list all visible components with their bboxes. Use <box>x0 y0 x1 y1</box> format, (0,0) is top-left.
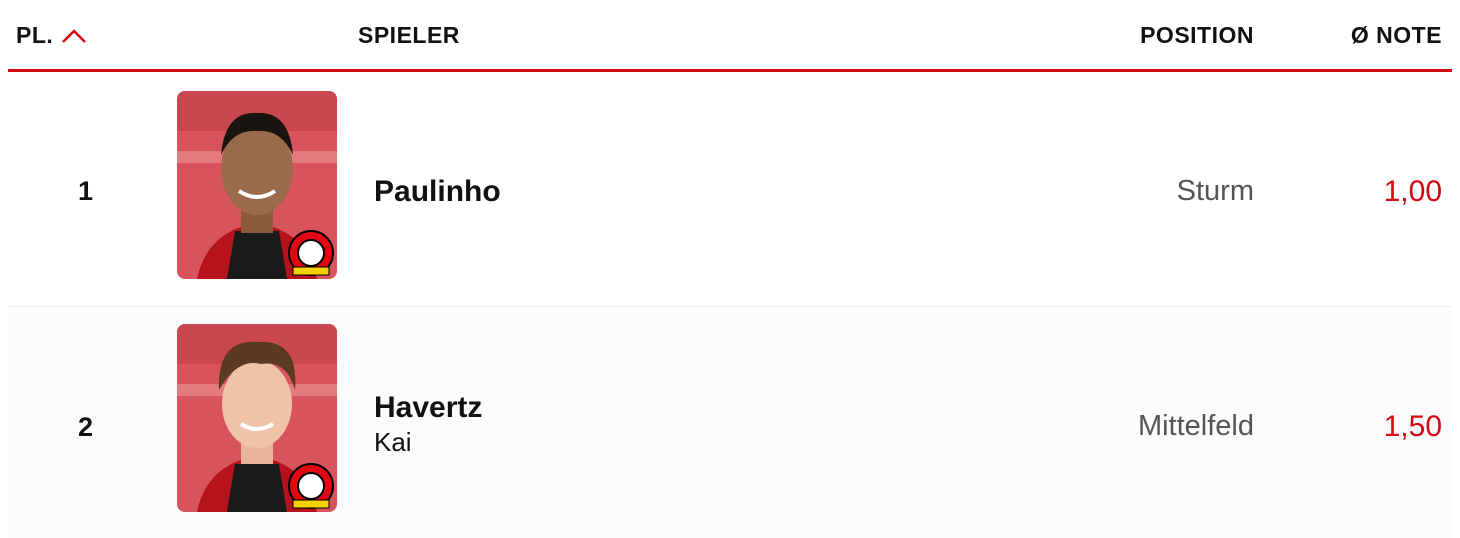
rank-header-label: PL. <box>16 22 54 48</box>
player-column-header[interactable]: SPIELER <box>358 22 460 49</box>
player-position: Mittelfeld <box>1137 410 1254 442</box>
player-position: Sturm <box>1176 175 1254 207</box>
table-row[interactable]: 2 Havertz Kai Mittelfeld 1,50 <box>8 306 1452 538</box>
club-crest-icon <box>288 230 334 276</box>
player-last-name[interactable]: Havertz <box>374 391 482 425</box>
table-header: PL. SPIELER POSITION Ø NOTE <box>8 0 1452 72</box>
position-column-header[interactable]: POSITION <box>1140 22 1254 49</box>
grade-column-header[interactable]: Ø NOTE <box>1351 22 1442 49</box>
club-crest-icon <box>288 463 334 509</box>
chevron-up-icon <box>62 28 87 43</box>
player-first-name: Kai <box>374 427 412 457</box>
rank-value: 2 <box>78 412 94 442</box>
player-ranking-table: PL. SPIELER POSITION Ø NOTE 1 Paulinho S… <box>8 0 1452 538</box>
table-row[interactable]: 1 Paulinho Sturm 1,00 <box>8 72 1452 306</box>
player-grade: 1,00 <box>1383 175 1442 208</box>
player-photo[interactable] <box>177 324 337 512</box>
player-photo[interactable] <box>177 91 337 279</box>
rank-column-header[interactable]: PL. <box>16 22 87 49</box>
player-grade: 1,50 <box>1383 410 1442 443</box>
rank-value: 1 <box>78 176 94 206</box>
player-last-name[interactable]: Paulinho <box>374 175 501 209</box>
